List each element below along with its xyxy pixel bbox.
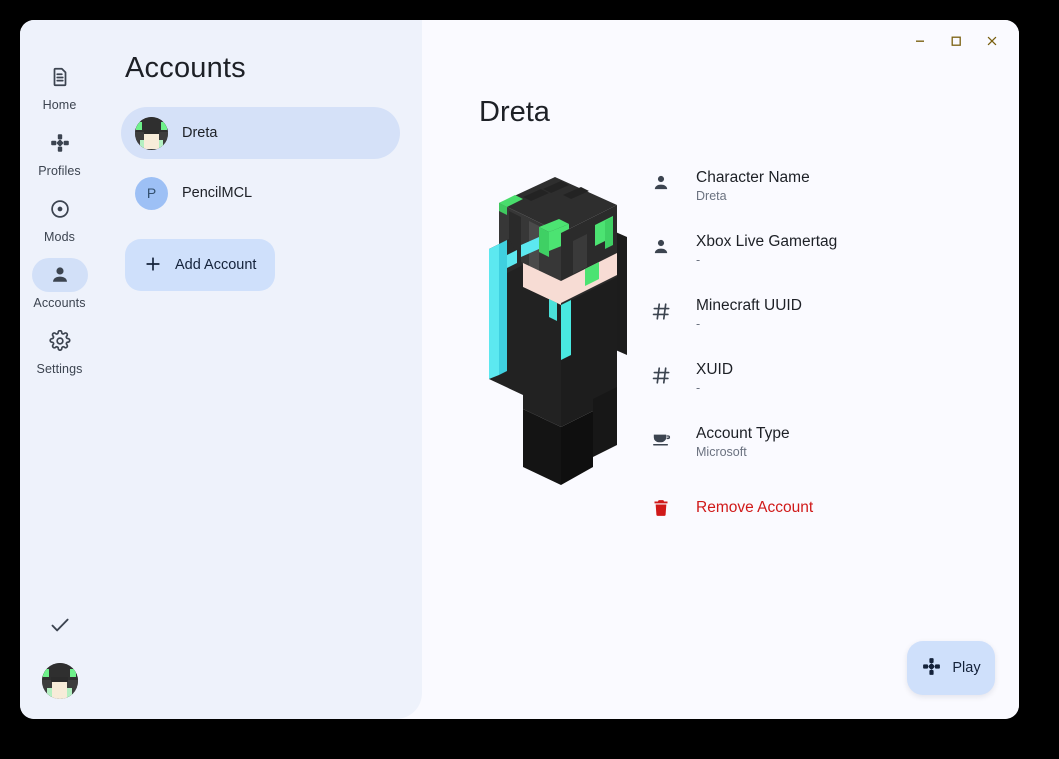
nav-rail: Home Profiles Mods Accounts Settings [20, 20, 99, 719]
remove-account-button[interactable]: Remove Account [650, 488, 980, 528]
dpad-icon [921, 656, 942, 680]
sidebar-item-mods[interactable]: Mods [29, 192, 91, 244]
info-row-account-type: Account Type Microsoft [650, 424, 980, 488]
list-item-label: PencilMCL [182, 185, 253, 201]
person-icon [650, 236, 672, 258]
avatar: P [135, 176, 168, 210]
info-row-xbox-gamertag: Xbox Live Gamertag - [650, 232, 980, 296]
info-label: Xbox Live Gamertag [696, 233, 838, 250]
close-icon[interactable] [977, 27, 1007, 55]
sidebar-item-profiles[interactable]: Profiles [29, 126, 91, 178]
trash-icon [650, 497, 672, 519]
person-icon [650, 172, 672, 194]
sidebar-item-home[interactable]: Home [29, 60, 91, 112]
user-avatar-icon[interactable] [41, 663, 78, 699]
sidebar-item-label: Profiles [38, 164, 81, 178]
play-label: Play [952, 660, 981, 676]
info-value: Dreta [696, 189, 727, 203]
hash-icon [650, 364, 672, 386]
sidebar-item-label: Settings [36, 362, 83, 376]
nav-rail-footer [20, 605, 99, 719]
target-icon [32, 192, 88, 226]
info-label: Character Name [696, 169, 810, 186]
info-value: Microsoft [696, 445, 747, 459]
info-row-character-name: Character Name Dreta [650, 168, 980, 232]
add-account-label: Add Account [175, 257, 257, 273]
plus-icon [143, 254, 163, 277]
info-label: Account Type [696, 425, 790, 442]
remove-account-label: Remove Account [696, 499, 814, 516]
list-item[interactable]: Dreta [121, 107, 400, 159]
dpad-icon [32, 126, 88, 160]
info-row-xuid: XUID - [650, 360, 980, 424]
minimize-icon[interactable] [905, 27, 935, 55]
add-account-button[interactable]: Add Account [125, 239, 275, 291]
info-value: - [696, 381, 701, 395]
page-title: Accounts [125, 52, 246, 84]
document-icon [32, 60, 88, 94]
window-controls [905, 20, 1019, 62]
info-value: - [696, 317, 701, 331]
info-label: XUID [696, 361, 734, 378]
info-label: Minecraft UUID [696, 297, 802, 314]
sidebar-item-label: Accounts [33, 296, 86, 310]
maximize-icon[interactable] [941, 27, 971, 55]
list-item[interactable]: P PencilMCL [121, 167, 400, 219]
play-button[interactable]: Play [907, 641, 995, 695]
account-detail-pane: Dreta Character Name Dreta Xbox Live Gam… [422, 20, 1019, 719]
app-window: Home Profiles Mods Accounts Settings Acc… [20, 20, 1019, 719]
sidebar-item-settings[interactable]: Settings [29, 324, 91, 376]
list-item-label: Dreta [182, 125, 218, 141]
account-info-list: Character Name Dreta Xbox Live Gamertag … [650, 168, 980, 528]
accounts-list-panel: Accounts Dreta P PencilMCL Add Account [99, 20, 422, 719]
avatar [135, 116, 168, 150]
gear-icon [32, 324, 88, 358]
sidebar-item-label: Mods [44, 230, 75, 244]
hash-icon [650, 300, 672, 322]
sidebar-item-label: Home [42, 98, 77, 112]
minecraft-skin-render [477, 145, 662, 485]
account-name-heading: Dreta [479, 96, 550, 128]
person-icon [31, 258, 88, 292]
check-icon[interactable] [40, 605, 80, 645]
info-value: - [696, 253, 701, 267]
info-row-minecraft-uuid: Minecraft UUID - [650, 296, 980, 360]
mug-icon [650, 428, 672, 450]
sidebar-item-accounts[interactable]: Accounts [29, 258, 91, 310]
